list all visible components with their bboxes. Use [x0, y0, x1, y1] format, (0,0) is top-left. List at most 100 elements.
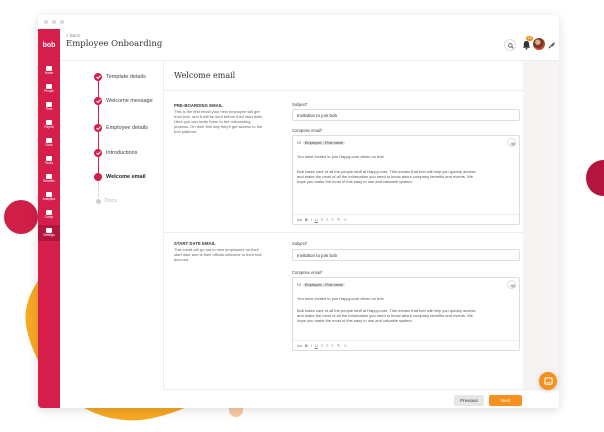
merge-field-chip[interactable]: Employee - First name	[302, 282, 345, 287]
chat-button[interactable]	[539, 372, 557, 390]
bob-logo[interactable]: bob	[38, 29, 60, 61]
step-template-details[interactable]: Template details	[94, 73, 146, 81]
check-icon	[94, 124, 102, 132]
preboarding-compose-editor[interactable]: Hi Employee - First name You were invited…	[292, 135, 520, 225]
email-paragraph-1: You were invited to join Happy.core demo…	[297, 154, 385, 159]
label-text: Subject	[292, 241, 306, 246]
preboarding-compose-label: Compose email*	[292, 128, 323, 133]
window-zoom-dot[interactable]	[60, 20, 64, 24]
font-size-button[interactable]: Aa	[297, 217, 302, 222]
italic-button[interactable]: I	[311, 217, 312, 222]
font-size-button[interactable]: Aa	[297, 343, 302, 348]
nav-label: People	[44, 89, 54, 94]
email-paragraph-2c: hope you make the most of this easy to u…	[297, 318, 413, 323]
avatar[interactable]	[533, 38, 545, 50]
bullet-list-button[interactable]: ≡	[321, 343, 323, 348]
nav-item-analytics[interactable]: Analytics	[38, 189, 60, 205]
preboarding-subject-label: Subject*	[292, 102, 308, 107]
top-bar: bob < Back Employee Onboarding 13	[38, 29, 559, 61]
step-introductions[interactable]: Introductions	[94, 149, 138, 157]
merge-field-chip[interactable]: Employee - First name	[302, 140, 345, 145]
underline-button[interactable]: U	[315, 343, 318, 348]
greeting-row: Hi Employee - First name	[297, 140, 345, 145]
align-button[interactable]: ≡	[332, 343, 334, 348]
label-text: Subject	[292, 102, 306, 107]
current-step-icon	[94, 173, 102, 181]
nav-label: Benefits	[43, 179, 55, 184]
step-welcome-email[interactable]: Welcome email	[94, 173, 146, 181]
startdate-subject-input[interactable]: Invitation to join bob	[292, 249, 520, 261]
preboarding-subject-input[interactable]: Invitation to join bob	[292, 109, 520, 121]
startdate-compose-editor[interactable]: Hi Employee - First name You were invited…	[292, 277, 520, 351]
feather-icon[interactable]	[548, 41, 556, 49]
emoji-button[interactable]: ☺	[343, 343, 347, 348]
nav-item-people[interactable]: People	[38, 81, 60, 97]
nav-item-tasks[interactable]: Tasks	[38, 153, 60, 169]
required-mark: *	[305, 102, 308, 107]
nav-item-benefits[interactable]: Benefits	[38, 171, 60, 187]
greeting-text: Hi	[297, 140, 301, 145]
greeting-row: Hi Employee - First name	[297, 282, 345, 287]
step-label: Docs	[104, 198, 118, 204]
startdate-title: START DATE EMAIL	[174, 241, 216, 246]
required-mark: *	[321, 128, 323, 133]
bullet-list-button[interactable]: ≡	[321, 217, 323, 222]
pending-step-icon	[95, 198, 101, 204]
step-label: Employee details	[106, 125, 148, 131]
nav-item-settings[interactable]: Settings	[38, 225, 60, 241]
check-icon	[94, 149, 102, 157]
bold-button[interactable]: B	[305, 217, 308, 222]
bold-button[interactable]: B	[305, 343, 308, 348]
step-label: Welcome message	[106, 98, 153, 104]
step-welcome-message[interactable]: Welcome message	[94, 97, 153, 105]
content-area: Welcome email PRE-BOARDING EMAIL This is…	[163, 61, 559, 408]
wizard-steps: Template details Welcome message Employe…	[60, 61, 163, 408]
check-icon	[94, 97, 102, 105]
preview-button[interactable]	[507, 280, 516, 289]
eye-icon	[509, 284, 516, 287]
label-text: Compose email	[292, 270, 322, 275]
step-label: Template details	[106, 74, 146, 80]
window-close-dot[interactable]	[44, 20, 48, 24]
bell-icon[interactable]	[522, 40, 531, 50]
previous-button[interactable]: Previous	[454, 395, 484, 406]
format-toolbar: Aa B I U ≡ ≡ ≡ ✎ ☺	[293, 214, 519, 224]
check-icon	[94, 73, 102, 81]
email-paragraph-1: You were invited to join Happy.core demo…	[297, 296, 385, 301]
underline-button[interactable]: U	[315, 217, 318, 222]
next-button[interactable]: Next	[489, 395, 522, 406]
nav-item-time[interactable]: Time	[38, 99, 60, 115]
link-button[interactable]: ✎	[337, 217, 340, 222]
email-paragraph-2c: hope you make the most of this easy to u…	[297, 179, 413, 184]
page-title: Employee Onboarding	[66, 39, 163, 49]
preboarding-title: PRE-BOARDING EMAIL	[174, 103, 223, 108]
nav-item-payroll[interactable]: Payroll	[38, 117, 60, 133]
decor-blob-red-left	[4, 200, 38, 234]
nav-item-comp[interactable]: Comp	[38, 207, 60, 223]
step-label: Welcome email	[106, 174, 146, 180]
emoji-button[interactable]: ☺	[343, 217, 347, 222]
card-title: Welcome email	[174, 71, 236, 80]
chat-icon	[543, 376, 553, 385]
step-label: Introductions	[106, 150, 138, 156]
nav-item-docs[interactable]: Docs	[38, 135, 60, 151]
section-divider	[164, 232, 524, 233]
app-window: bob < Back Employee Onboarding 13 Home P…	[38, 15, 559, 408]
search-icon	[508, 43, 514, 49]
format-toolbar: Aa B I U ≡ ≡ ≡ ✎ ☺	[293, 340, 519, 350]
search-button[interactable]	[504, 39, 516, 51]
align-button[interactable]: ≡	[332, 217, 334, 222]
window-minimize-dot[interactable]	[52, 20, 56, 24]
step-docs[interactable]: Docs	[94, 198, 117, 204]
preview-button[interactable]	[507, 138, 516, 147]
step-employee-details[interactable]: Employee details	[94, 124, 148, 132]
link-button[interactable]: ✎	[337, 343, 340, 348]
preboarding-description: This is the first email your new employe…	[174, 109, 263, 134]
required-mark: *	[321, 270, 323, 275]
nav-label: Time	[45, 107, 53, 112]
numbered-list-button[interactable]: ≡	[326, 217, 328, 222]
back-link[interactable]: < Back	[66, 33, 80, 38]
nav-item-home[interactable]: Home	[38, 63, 60, 79]
italic-button[interactable]: I	[311, 343, 312, 348]
numbered-list-button[interactable]: ≡	[326, 343, 328, 348]
